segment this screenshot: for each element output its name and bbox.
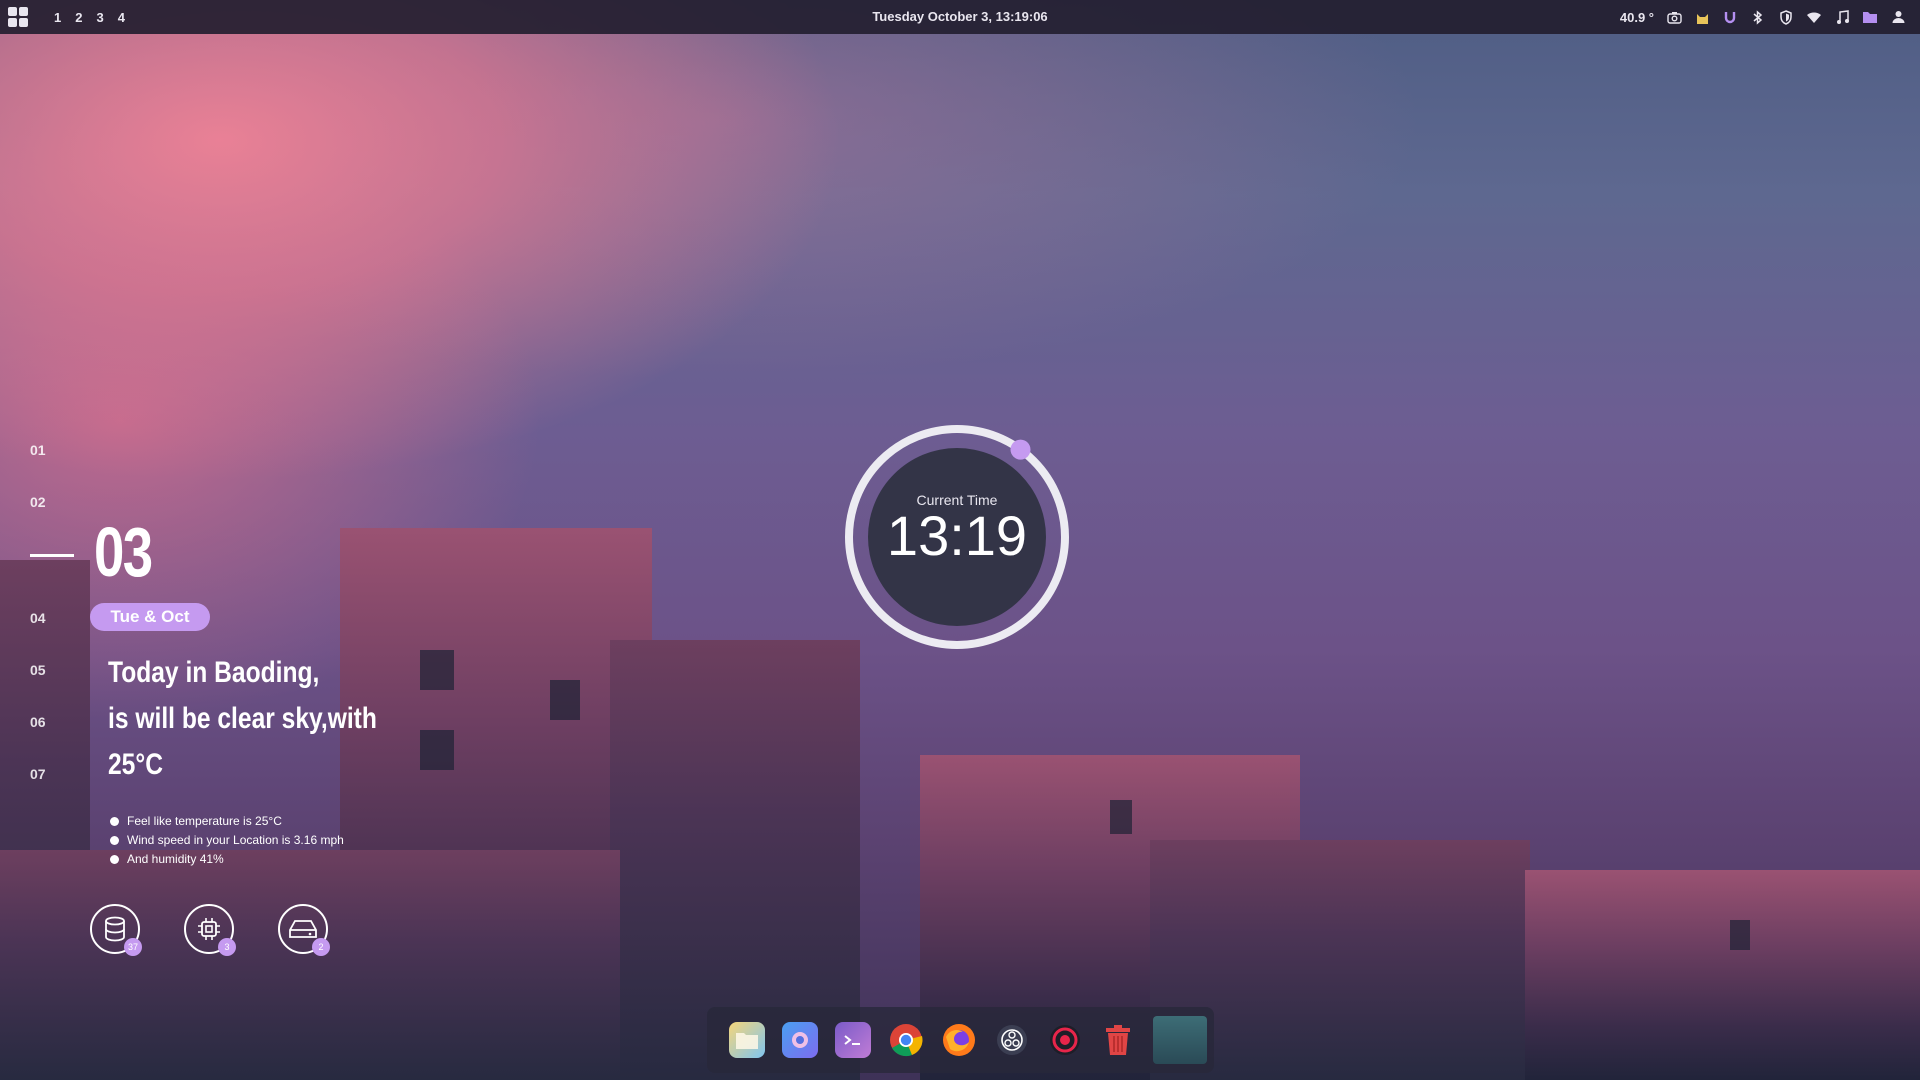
current-day: 03	[94, 513, 153, 591]
weather-detail: Feel like temperature is 25°C	[110, 812, 344, 831]
obs-icon[interactable]	[994, 1022, 1030, 1058]
workspace-4[interactable]: 4	[118, 10, 125, 25]
day-item: 07	[30, 766, 46, 782]
clock-progress-knob	[1010, 439, 1031, 460]
camera-icon[interactable]	[1666, 9, 1682, 25]
wifi-icon[interactable]	[1806, 9, 1822, 25]
files-icon[interactable]	[729, 1022, 765, 1058]
day-item: 05	[30, 662, 46, 678]
cpu-stat[interactable]: 3	[184, 904, 236, 956]
weather-details: Feel like temperature is 25°C Wind speed…	[110, 812, 344, 869]
browser-icon[interactable]	[782, 1022, 818, 1058]
shield-icon[interactable]	[1778, 9, 1794, 25]
day-item: 02	[30, 494, 46, 510]
panel-datetime[interactable]: Tuesday October 3, 13:19:06	[872, 9, 1047, 24]
workspace-3[interactable]: 3	[96, 10, 103, 25]
system-tray: 40.9 °	[1620, 0, 1906, 34]
date-pill: Tue & Oct	[90, 603, 210, 631]
day-item: 01	[30, 442, 46, 458]
chrome-icon[interactable]	[888, 1022, 924, 1058]
window-preview-icon[interactable]	[1153, 1016, 1207, 1064]
weather-summary: Today in Baoding, is will be clear sky,w…	[108, 650, 452, 788]
weather-line: is will be clear sky,with	[108, 702, 377, 735]
top-panel: 1 2 3 4 Tuesday October 3, 13:19:06 40.9…	[0, 0, 1920, 34]
weather-line: 25°C	[108, 748, 163, 781]
workspace-1[interactable]: 1	[54, 10, 61, 25]
disk-stat[interactable]: 2	[278, 904, 330, 956]
clock-time: 13:19	[886, 504, 1028, 567]
database-stat[interactable]: 37	[90, 904, 142, 956]
user-icon[interactable]	[1890, 9, 1906, 25]
current-day-marker	[30, 554, 74, 557]
weather-detail: Wind speed in your Location is 3.16 mph	[110, 831, 344, 850]
database-icon	[105, 916, 125, 942]
u-icon[interactable]	[1722, 9, 1738, 25]
workspace-switcher: 1 2 3 4	[54, 10, 125, 25]
database-badge: 37	[124, 938, 142, 956]
folder-icon[interactable]	[1862, 9, 1878, 25]
day-item: 06	[30, 714, 46, 730]
system-stats: 37 3 2	[90, 904, 330, 956]
record-icon[interactable]	[1047, 1022, 1083, 1058]
cpu-icon	[198, 918, 220, 940]
firefox-icon[interactable]	[941, 1022, 977, 1058]
music-icon[interactable]	[1834, 9, 1850, 25]
workspace-2[interactable]: 2	[75, 10, 82, 25]
terminal-icon[interactable]	[835, 1022, 871, 1058]
trash-icon[interactable]	[1100, 1022, 1136, 1058]
disk-badge: 2	[312, 938, 330, 956]
app-grid-icon[interactable]	[8, 7, 28, 27]
cat-icon[interactable]	[1694, 9, 1710, 25]
dock	[707, 1007, 1214, 1073]
cpu-badge: 3	[218, 938, 236, 956]
hard-drive-icon	[289, 920, 317, 938]
day-item: 04	[30, 610, 46, 626]
weather-detail: And humidity 41%	[110, 850, 344, 869]
cpu-temperature[interactable]: 40.9 °	[1620, 10, 1654, 25]
bluetooth-icon[interactable]	[1750, 9, 1766, 25]
weather-line: Today in Baoding,	[108, 656, 320, 689]
